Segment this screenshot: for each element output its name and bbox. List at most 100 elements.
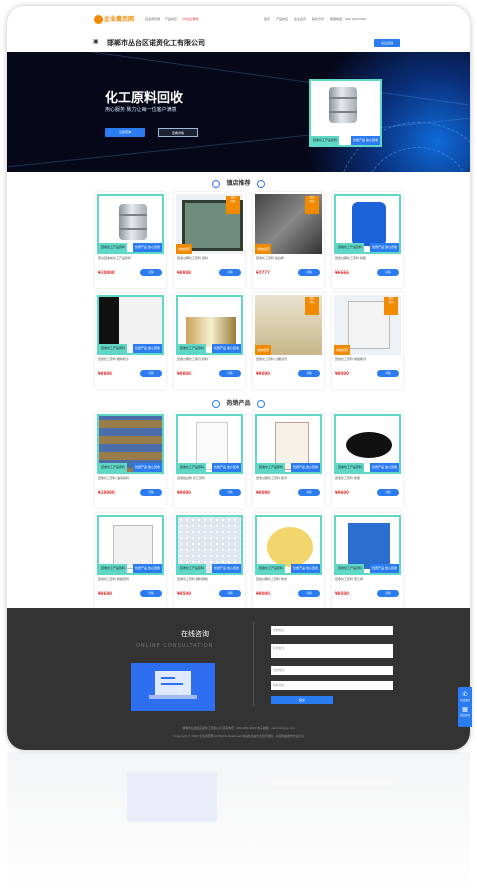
product-title[interactable]: 回收钛白粉 化工原料 <box>177 476 242 480</box>
footer: 在线咨询 ONLINE CONSULTATION 您的姓名 您的留言 您的电话 … <box>7 608 470 750</box>
product-title[interactable]: 回收过期化工助剂 颜料 <box>177 357 242 361</box>
reflection-field <box>271 797 393 805</box>
address-field[interactable]: 联系地址 <box>271 681 393 690</box>
product-badge: 诚信经营 <box>334 345 351 355</box>
product-title[interactable]: 回收过期化工原料 树脂 <box>335 256 400 260</box>
product-image[interactable]: 回收化工产品原料 优质产品 放心回收 <box>97 194 164 254</box>
product-detail-button[interactable]: 详情 <box>140 269 162 276</box>
product-card[interactable]: 诚信 经营 诚信经营 回收化工原料 过期试剂 ¥9000 详情 <box>253 293 324 389</box>
product-image[interactable]: 回收化工产品原料 优质产品 放心回收 <box>97 515 164 575</box>
product-detail-button[interactable]: 详情 <box>377 370 399 377</box>
product-image[interactable]: 回收化工产品原料 优质产品 放心回收 <box>176 414 243 474</box>
submit-button[interactable]: 提交 <box>271 696 333 704</box>
consult-button[interactable]: 立即咨询 <box>105 128 145 137</box>
product-image[interactable]: 回收化工产品原料 优质产品 放心回收 <box>334 194 401 254</box>
reflection-illustration <box>127 772 217 822</box>
product-detail-button[interactable]: 详情 <box>298 269 320 276</box>
product-title[interactable]: 回收化工原料 橡胶原料 <box>98 577 163 581</box>
product-title[interactable]: 回收化工原料 塑料颗粒 <box>177 577 242 581</box>
top-link[interactable]: 产品供应 <box>165 17 177 21</box>
message-field[interactable]: 您的留言 <box>271 644 393 658</box>
promo-ribbon: 诚信 经营 <box>384 297 398 315</box>
details-button[interactable]: 查看详情 <box>158 128 198 137</box>
page-reflection <box>7 752 470 889</box>
product-detail-button[interactable]: 详情 <box>377 590 399 597</box>
name-field[interactable]: 您的姓名 <box>271 626 393 635</box>
product-card[interactable]: 回收化工产品原料 优质产品 放心回收 回收化工原料 油漆染料 ¥10000 详情 <box>95 412 166 508</box>
product-title[interactable]: 邢台回收氟化工产品原料 <box>98 256 163 260</box>
product-image[interactable]: 诚信 经营 诚信经营 <box>176 194 243 254</box>
product-detail-button[interactable]: 详情 <box>219 489 241 496</box>
product-detail-button[interactable]: 详情 <box>140 489 162 496</box>
product-image[interactable]: 回收化工产品原料 优质产品 放心回收 <box>176 515 243 575</box>
product-card[interactable]: 诚信 经营 诚信经营 回收化工原料 橡胶助剂 ¥8000 详情 <box>332 293 403 389</box>
product-detail-button[interactable]: 详情 <box>140 590 162 597</box>
product-card[interactable]: 回收化工产品原料 优质产品 放心回收 回收化工原料 橡胶原料 ¥8600 详情 <box>95 513 166 609</box>
product-detail-button[interactable]: 详情 <box>377 269 399 276</box>
product-image[interactable]: 诚信 经营 诚信经营 <box>334 295 401 355</box>
product-detail-button[interactable]: 详情 <box>298 590 320 597</box>
product-image[interactable]: 回收化工产品原料 优质产品 放心回收 <box>255 414 322 474</box>
product-detail-button[interactable]: 详情 <box>298 370 320 377</box>
product-badge: 诚信经营 <box>176 244 193 254</box>
product-title[interactable]: 回收过期化工原料 粉末 <box>256 577 321 581</box>
side-phone-label[interactable]: 电话咨询 <box>458 698 472 702</box>
product-detail-button[interactable]: 详情 <box>377 489 399 496</box>
product-title[interactable]: 回收化工原料 聚乙烯 <box>335 577 400 581</box>
product-title[interactable]: 回收化工原料 炭黑 <box>335 476 400 480</box>
product-title[interactable]: 回收化工原料 油漆染料 <box>98 476 163 480</box>
product-image[interactable]: 回收化工产品原料 优质产品 放心回收 <box>176 295 243 355</box>
product-detail-button[interactable]: 详情 <box>140 370 162 377</box>
product-detail-button[interactable]: 详情 <box>219 370 241 377</box>
product-title[interactable]: 回收化工原料 塑料粒子 <box>98 357 163 361</box>
product-card[interactable]: 回收化工产品原料 优质产品 放心回收 回收化工原料 炭黑 ¥9600 详情 <box>332 412 403 508</box>
product-card[interactable]: 回收化工产品原料 优质产品 放心回收 回收化工原料 聚乙烯 ¥8500 详情 <box>332 513 403 609</box>
section-title-recommended: 镇店推荐 <box>7 178 470 188</box>
product-title[interactable]: 回收过期化工原料 助剂 <box>256 476 321 480</box>
section-title-hot: 热销产品 <box>7 398 470 408</box>
product-image[interactable]: 回收化工产品原料 优质产品 放心回收 <box>334 515 401 575</box>
footer-contact-line: 邯郸市丛台区诺资化工有限公司 联系电话：400-000-0000 电子邮箱：se… <box>182 726 295 730</box>
product-card[interactable]: 回收化工产品原料 优质产品 放心回收 回收过期化工原料 助剂 ¥8000 详情 <box>253 412 324 508</box>
product-card[interactable]: 回收化工产品原料 优质产品 放心回收 回收化工原料 塑料粒子 ¥8888 详情 <box>95 293 166 389</box>
product-image[interactable]: 诚信 经营 诚信经营 <box>255 194 322 254</box>
nav-item-contact[interactable]: 联系方式 <box>312 17 324 21</box>
product-price: ¥9000 <box>177 490 191 495</box>
product-image[interactable]: 回收化工产品原料 优质产品 放心回收 <box>334 414 401 474</box>
product-card[interactable]: 回收化工产品原料 优质产品 放心回收回收钛白粉 化工原料 ¥9000 详情 <box>174 412 245 508</box>
blue-drum-image <box>352 202 386 246</box>
product-badge: 回收化工产品原料 <box>336 463 365 472</box>
top-link[interactable]: 企业黄页网 <box>145 17 160 21</box>
phone-field[interactable]: 您的电话 <box>271 666 393 675</box>
banner-product-image[interactable]: 回收化工产品原料 优质产品 放心回收 <box>309 79 382 147</box>
product-image[interactable]: 回收化工产品原料 优质产品 放心回收 <box>255 515 322 575</box>
nav-item-news[interactable]: 企业资讯 <box>294 17 306 21</box>
product-image[interactable]: 诚信 经营 诚信经营 <box>255 295 322 355</box>
product-detail-button[interactable]: 详情 <box>298 489 320 496</box>
follow-store-button[interactable]: 关注店铺 <box>374 39 400 47</box>
product-image[interactable]: 回收化工产品原料 优质产品 放心回收 <box>97 295 164 355</box>
product-card[interactable]: 回收化工产品原料 优质产品 放心回收 回收过期化工助剂 颜料 ¥8888 详情 <box>174 293 245 389</box>
product-card[interactable]: 回收化工产品原料 优质产品 放心回收 回收过期化工原料 树脂 ¥6666 详情 <box>332 192 403 288</box>
phone-icon[interactable]: ✆ <box>458 691 472 698</box>
side-wechat-label[interactable]: 微信咨询 <box>458 713 472 717</box>
top-link-vip[interactable]: VIP企业服务 <box>182 17 199 21</box>
nav-item-home[interactable]: 首页 <box>264 17 270 21</box>
site-logo[interactable]: 企业黄页网 <box>94 14 134 24</box>
product-card[interactable]: 回收化工产品原料 优质产品 放心回收 邢台回收氟化工产品原料 ¥10000 详情 <box>95 192 166 288</box>
wechat-icon[interactable]: ▦ <box>458 706 472 713</box>
product-badge: 诚信经营 <box>255 244 272 254</box>
product-title[interactable]: 回收化工原料 钛白粉 <box>256 256 321 260</box>
nav-item-products[interactable]: 产品供应 <box>276 17 288 21</box>
product-card[interactable]: 回收化工产品原料 优质产品 放心回收 回收过期化工原料 粉末 ¥9000 详情 <box>253 513 324 609</box>
product-title[interactable]: 回收化工原料 橡胶助剂 <box>335 357 400 361</box>
product-card[interactable]: 回收化工产品原料 优质产品 放心回收 回收化工原料 塑料颗粒 ¥9500 详情 <box>174 513 245 609</box>
product-detail-button[interactable]: 详情 <box>219 590 241 597</box>
product-image[interactable]: 回收化工产品原料 优质产品 放心回收 <box>97 414 164 474</box>
product-title[interactable]: 回收化工原料 过期试剂 <box>256 357 321 361</box>
product-card[interactable]: 诚信 经营 诚信经营 回收化工原料 钛白粉 ¥7777 详情 <box>253 192 324 288</box>
company-name[interactable]: 邯郸市丛台区诺资化工有限公司 <box>107 38 205 48</box>
product-title[interactable]: 回收过期化工原料 染料 <box>177 256 242 260</box>
product-detail-button[interactable]: 详情 <box>219 269 241 276</box>
product-card[interactable]: 诚信 经营 诚信经营 回收过期化工原料 染料 ¥8888 详情 <box>174 192 245 288</box>
